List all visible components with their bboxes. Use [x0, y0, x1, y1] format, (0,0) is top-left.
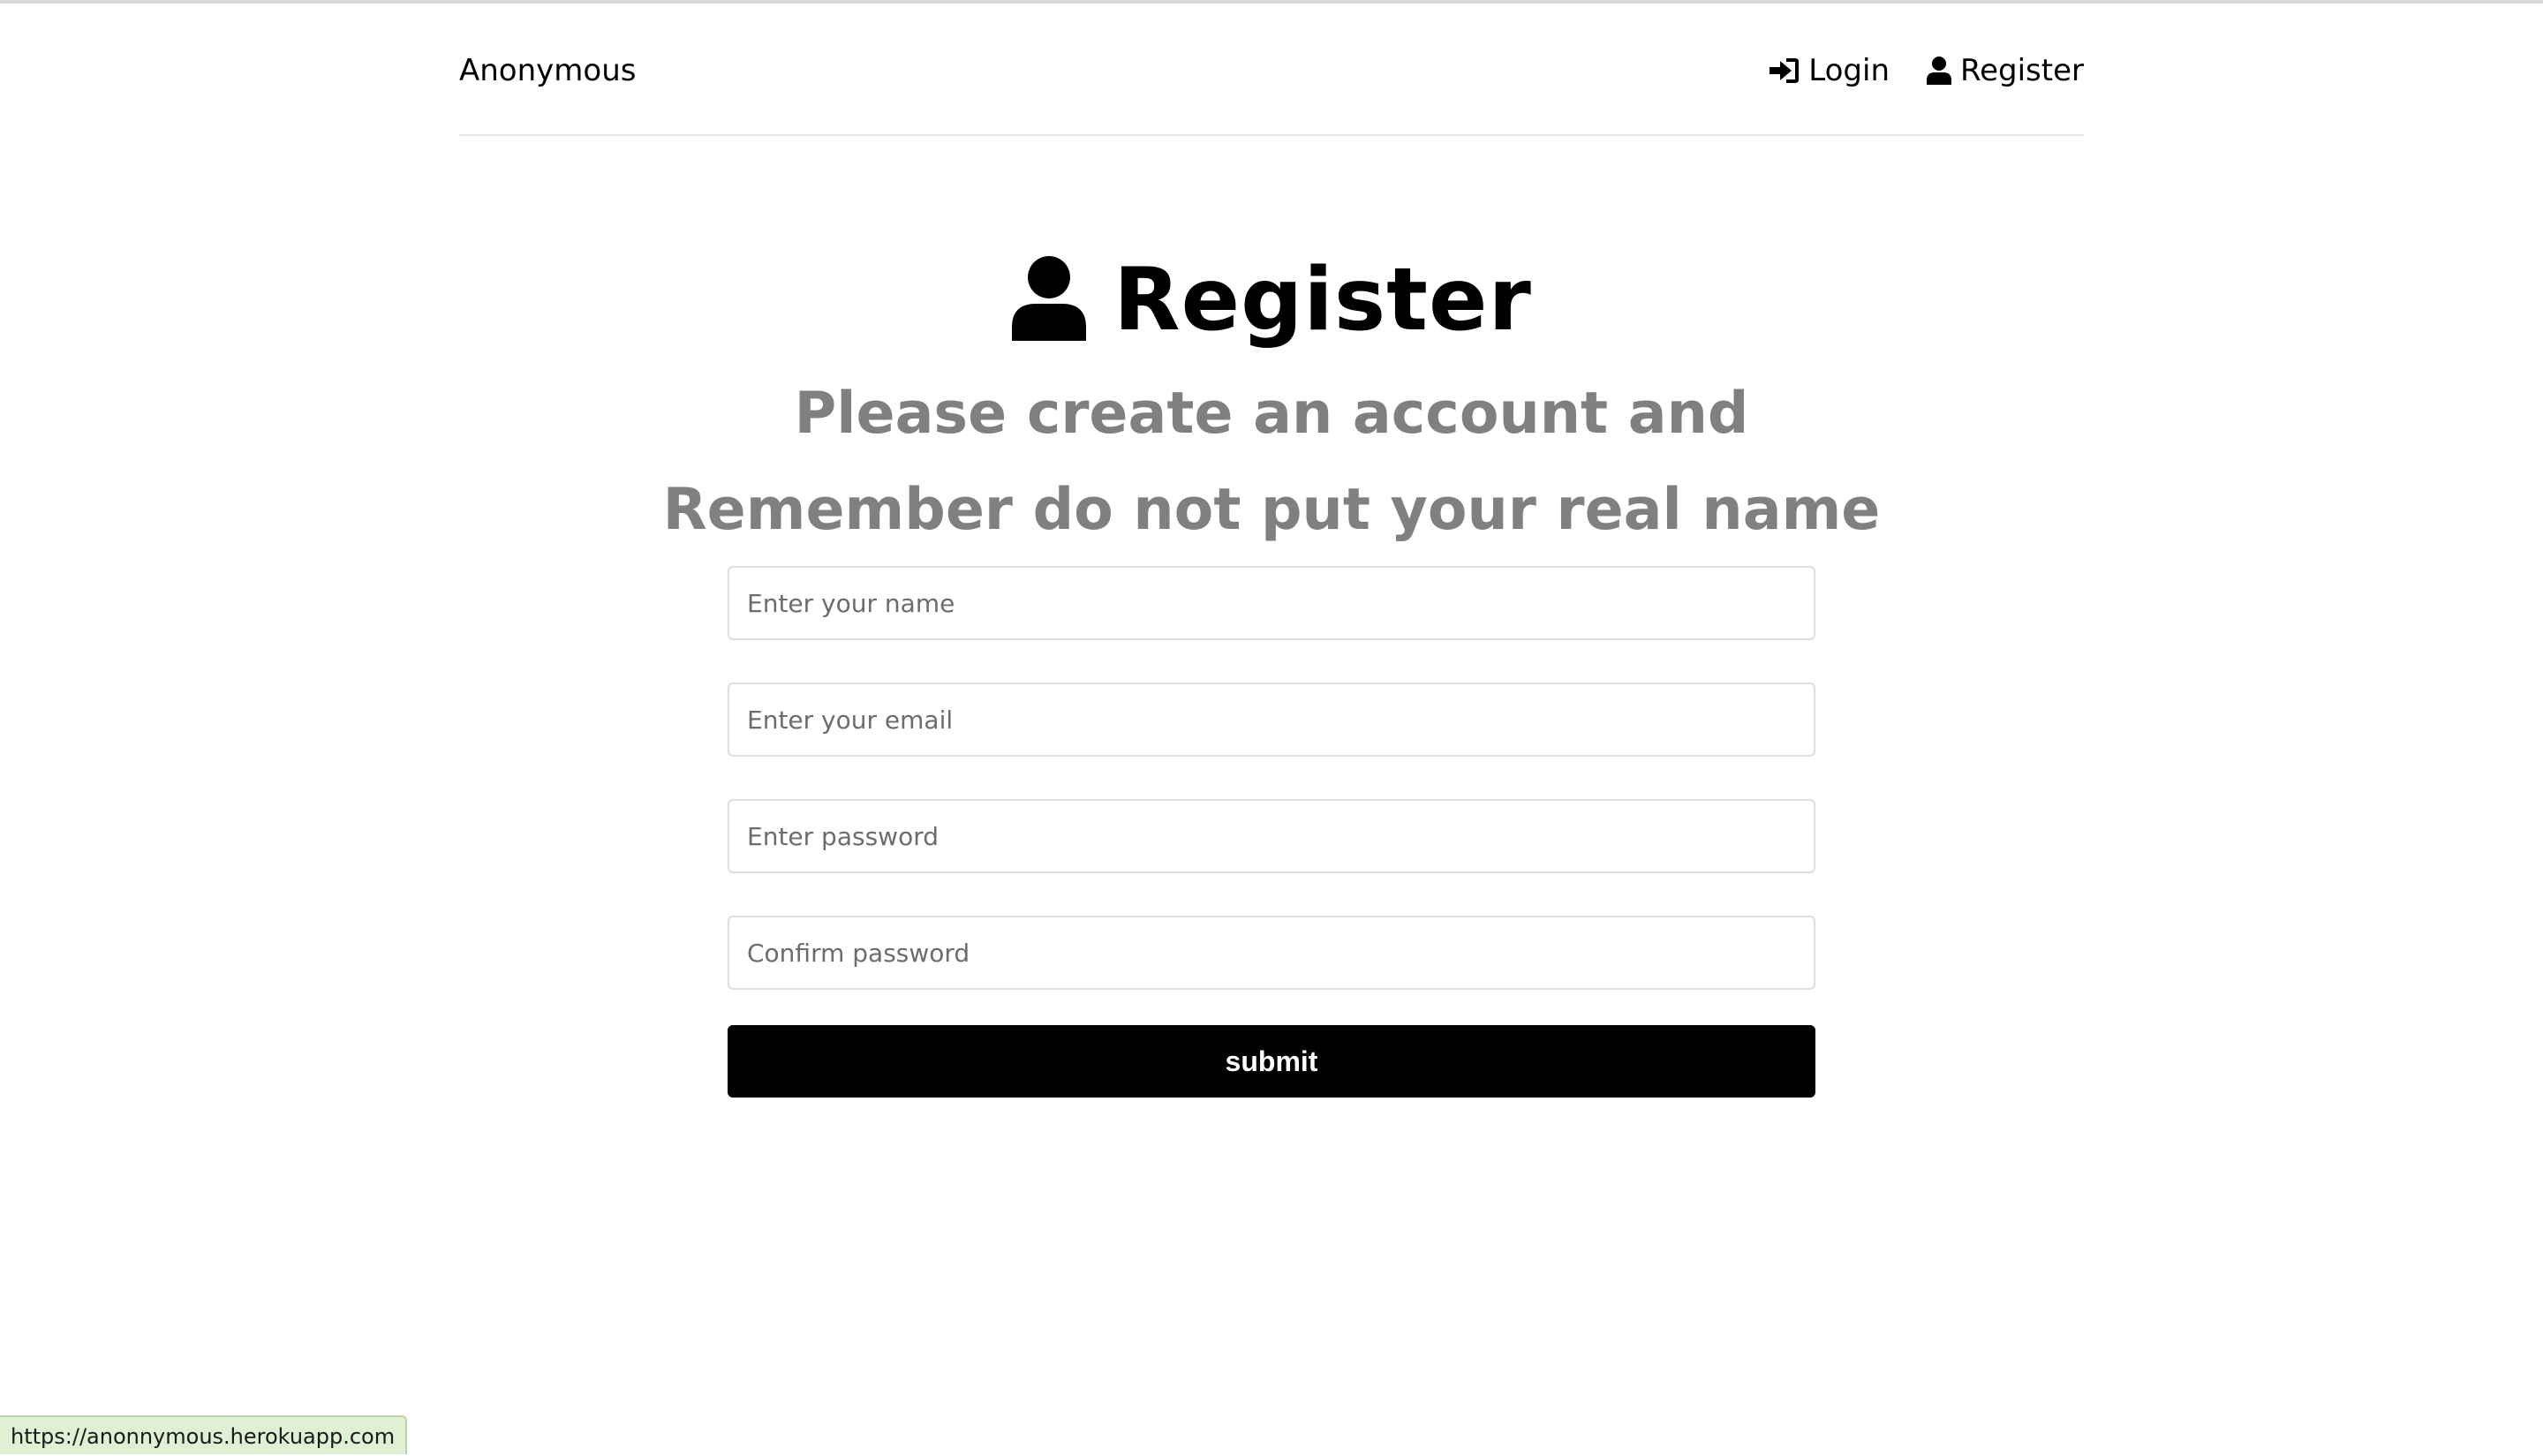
user-icon — [1927, 57, 1952, 85]
brand-link[interactable]: Anonymous — [459, 49, 636, 92]
name-input[interactable] — [728, 566, 1815, 640]
subtitle-line-1: Please create an account and — [794, 381, 1749, 447]
email-input[interactable] — [728, 683, 1815, 757]
page-title: Register — [1113, 250, 1532, 351]
password-input[interactable] — [728, 799, 1815, 873]
confirm-password-input[interactable] — [728, 916, 1815, 990]
login-label: Login — [1808, 53, 1890, 88]
navbar: Anonymous Login Register — [459, 4, 2084, 136]
register-link[interactable]: Register — [1927, 49, 2084, 92]
subtitle-line-2: Remember do not put your real name — [662, 477, 1881, 543]
nav-links: Login Register — [1770, 49, 2084, 92]
page-title-row: Register — [0, 234, 2543, 366]
login-link[interactable]: Login — [1770, 49, 1890, 92]
submit-button[interactable]: submit — [728, 1025, 1815, 1098]
register-label: Register — [1960, 53, 2084, 88]
user-icon — [1011, 256, 1087, 344]
sign-in-icon — [1770, 57, 1800, 84]
status-bar-url: https://anonnymous.herokuapp.com — [0, 1415, 408, 1454]
